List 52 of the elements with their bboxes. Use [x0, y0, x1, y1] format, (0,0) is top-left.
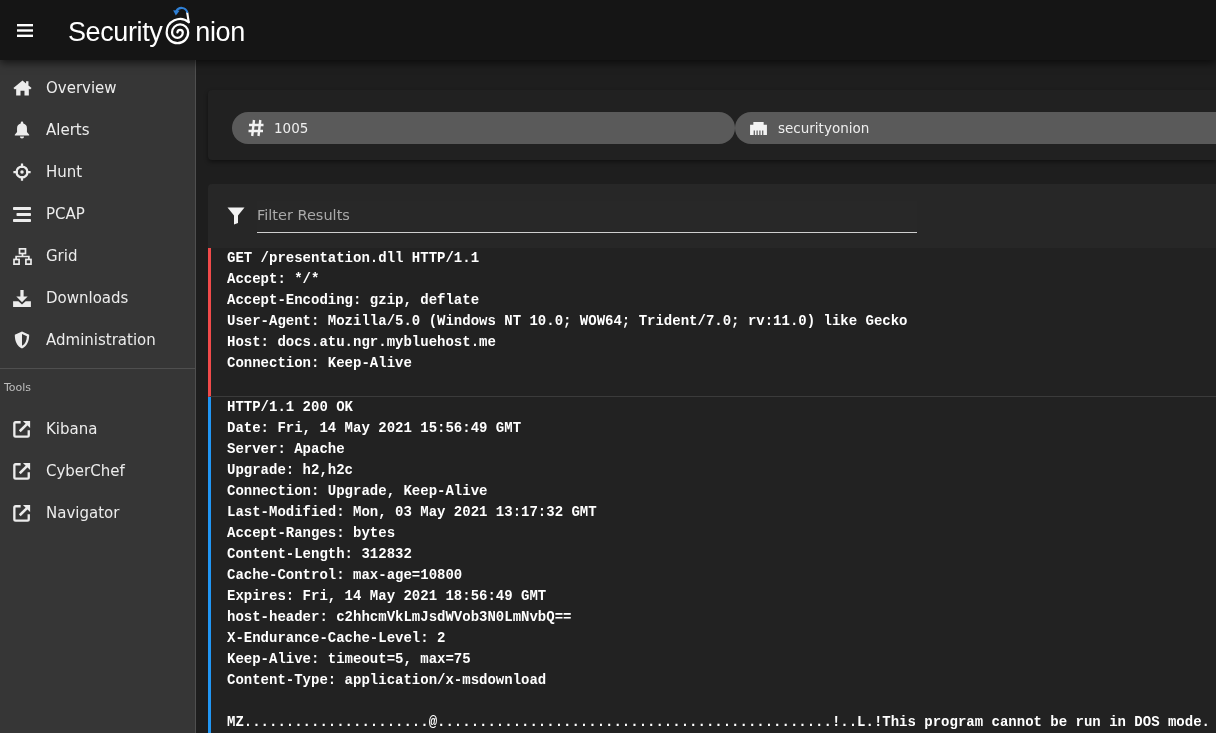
filter-icon [227, 207, 245, 225]
header-line: GET /presentation.dll HTTP/1.1 [227, 249, 480, 268]
sidebar-item[interactable]: PCAP [0, 193, 195, 235]
sidebar-item[interactable]: Downloads [0, 277, 195, 319]
ethernet-port-icon [749, 120, 768, 136]
header-line: host-header: c2hhcmVkLmJsdWVob3N0LmNvbQ== [227, 608, 572, 627]
header-line: Last-Modified: Mon, 03 May 2021 13:17:32 GMT [227, 503, 597, 522]
bell-icon [14, 121, 30, 139]
spiral-logo-icon [165, 4, 193, 47]
menu-icon [17, 23, 33, 37]
sidebar-item[interactable]: Grid [0, 235, 195, 277]
brand-text: Security [68, 19, 163, 46]
hash-icon [248, 119, 264, 137]
sidebar-item[interactable]: Kibana [0, 408, 195, 450]
header-line: Cache-Control: max-age=10800 [227, 566, 463, 585]
brand-text: nion [195, 19, 245, 46]
header-line: Accept: */* [227, 270, 320, 289]
filter-chip[interactable]: securityonion [735, 112, 1216, 144]
header-line: Connection: Keep-Alive [227, 354, 412, 373]
header-line: HTTP/1.1 200 OK [227, 398, 354, 417]
sidebar-item[interactable]: Navigator [0, 492, 195, 534]
header-line: Content-Type: application/x-msdownload [227, 671, 547, 690]
filter-chip[interactable]: 1005 [232, 112, 735, 144]
header-line: Keep-Alive: timeout=5, max=75 [227, 650, 471, 669]
external-link-icon [13, 504, 31, 522]
section-heading: Tools [3, 380, 33, 396]
external-link-icon [13, 462, 31, 480]
header-line: Accept-Encoding: gzip, deflate [227, 291, 480, 310]
header-line: User-Agent: Mozilla/5.0 (Windows NT 10.0; WOW64; Trident/7.0; rv:11.0) like Gecko [227, 312, 908, 331]
external-link-icon [13, 420, 31, 438]
header-line: X-Endurance-Cache-Level: 2 [227, 629, 446, 648]
header-line: Expires: Fri, 14 May 2021 18:56:49 GMT [227, 587, 547, 606]
header-line: Upgrade: h2,h2c [227, 461, 354, 480]
header-line: Accept-Ranges: bytes [227, 524, 396, 543]
sidebar-item[interactable]: CyberChef [0, 450, 195, 492]
sidebar-item[interactable]: Overview [0, 67, 195, 109]
download-icon [13, 289, 31, 307]
sitemap-icon [12, 247, 32, 265]
crosshair-icon [13, 163, 31, 181]
filter-input[interactable]: Filter Results [257, 205, 917, 225]
bars-icon [13, 206, 31, 222]
shield-icon [14, 331, 30, 349]
header-line: Host: docs.atu.ngr.mybluehost.me [227, 333, 496, 352]
sidebar-item[interactable]: Hunt [0, 151, 195, 193]
sidebar-item[interactable]: Alerts [0, 109, 195, 151]
header-line: Date: Fri, 14 May 2021 15:56:49 GMT [227, 419, 522, 438]
header-line: Server: Apache [227, 440, 345, 459]
header-line: Connection: Upgrade, Keep-Alive [227, 482, 488, 501]
home-icon [12, 80, 32, 96]
payload-line: MZ......................@...............................................!..L.!This program cannot be run in DOS mode. [227, 713, 1210, 732]
header-line: Content-Length: 312832 [227, 545, 412, 564]
sidebar-item[interactable]: Administration [0, 319, 195, 361]
